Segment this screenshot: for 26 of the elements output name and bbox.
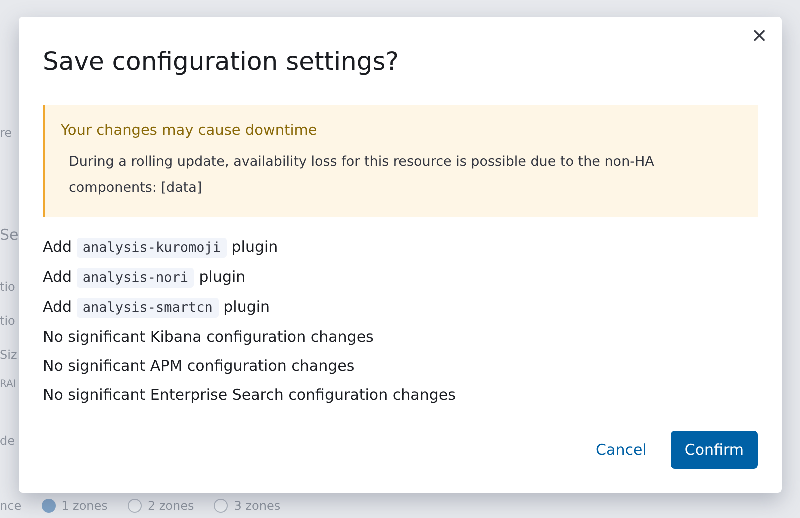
change-item: Add analysis-kuromoji plugin [43, 237, 280, 260]
radio-label: 2 zones [148, 499, 194, 513]
change-item: No significant Kibana configuration changes [43, 327, 375, 348]
background-text: re [0, 125, 14, 141]
change-item: No significant Enterprise Search configuration changes [43, 385, 457, 406]
radio-button[interactable] [42, 499, 56, 513]
background-text: de [0, 433, 16, 449]
change-item: Add analysis-smartcn plugin [43, 297, 272, 320]
callout-title: Your changes may cause downtime [61, 122, 318, 141]
radio-button[interactable] [214, 499, 228, 513]
close-button[interactable]: × [745, 23, 774, 47]
confirm-button[interactable]: Confirm [670, 431, 758, 469]
cancel-button[interactable]: Cancel [580, 431, 663, 469]
background-text: RAI [0, 378, 18, 392]
radio-label: 1 zones [62, 499, 108, 513]
change-item: Add analysis-nori plugin [43, 267, 247, 290]
background-text: tio [0, 279, 16, 295]
change-item: No significant APM configuration changes [43, 356, 356, 377]
radio-button[interactable] [128, 499, 142, 513]
background-text: Siz [0, 347, 18, 363]
background-text: Se [0, 227, 19, 243]
modal-title: Save configuration settings? [43, 46, 400, 78]
background-text: tio [0, 313, 16, 329]
background-text: nce [0, 498, 22, 514]
radio-label: 3 zones [234, 499, 281, 513]
callout-text: During a rolling update, availability loss for this resource is possible due to the non-HA components: [data] [68, 153, 656, 198]
